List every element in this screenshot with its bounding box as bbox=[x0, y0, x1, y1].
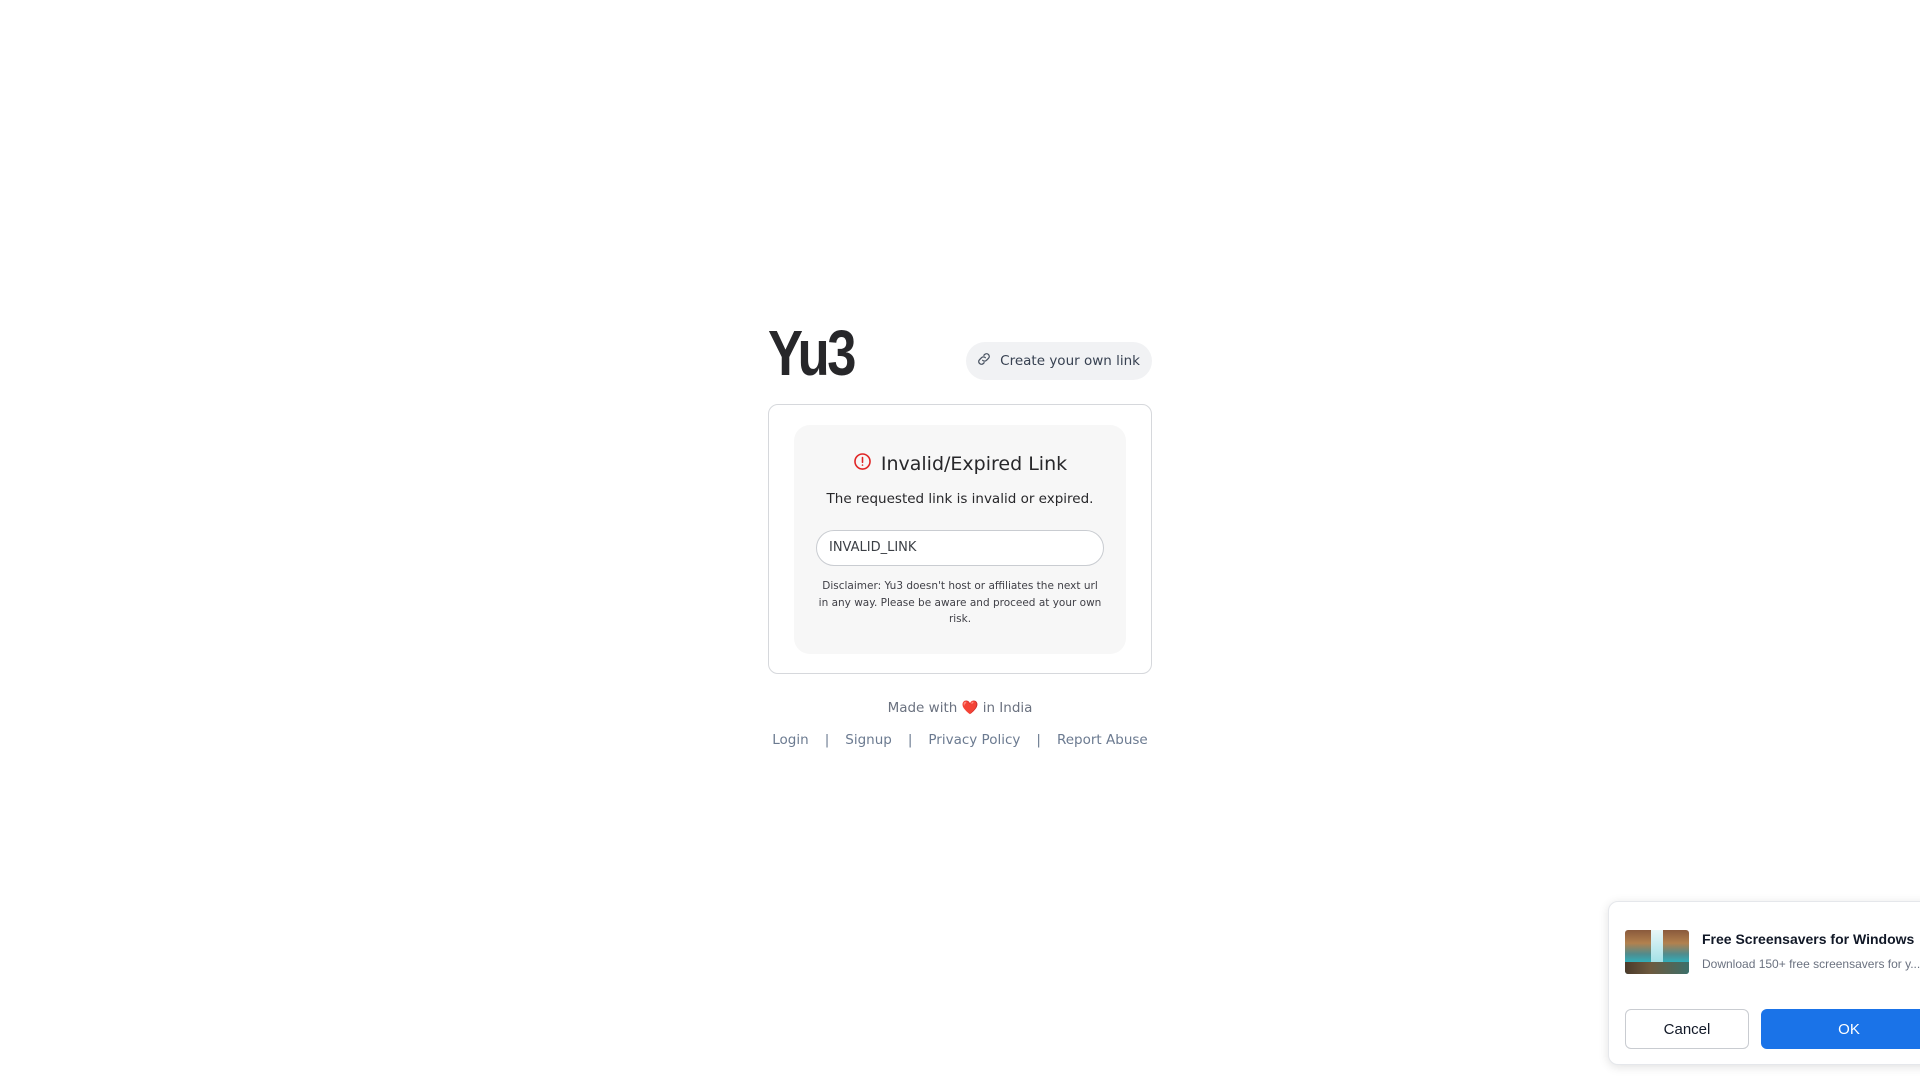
link-icon bbox=[976, 351, 992, 371]
notification-popup: Free Screensavers for Windows Download 1… bbox=[1608, 901, 1920, 1065]
separator: | bbox=[907, 732, 913, 748]
link-card-inner: Invalid/Expired Link The requested link … bbox=[794, 425, 1126, 654]
main-container: Yu3 Create your own link Invalid/Expired… bbox=[768, 318, 1152, 748]
report-abuse-link[interactable]: Report Abuse bbox=[1057, 732, 1148, 748]
alert-circle-icon bbox=[853, 452, 872, 476]
privacy-policy-link[interactable]: Privacy Policy bbox=[928, 732, 1020, 748]
popup-title: Free Screensavers for Windows bbox=[1702, 931, 1915, 947]
create-link-label: Create your own link bbox=[1000, 353, 1140, 369]
signup-link[interactable]: Signup bbox=[845, 732, 892, 748]
card-message: The requested link is invalid or expired… bbox=[826, 491, 1094, 507]
create-link-button[interactable]: Create your own link bbox=[966, 342, 1152, 380]
footer-links: Login | Signup | Privacy Policy | Report… bbox=[768, 732, 1152, 748]
card-title: Invalid/Expired Link bbox=[880, 453, 1068, 475]
disclaimer: Disclaimer: Yu3 doesn't host or affiliat… bbox=[818, 580, 1102, 625]
login-link[interactable]: Login bbox=[772, 732, 808, 748]
header: Yu3 Create your own link bbox=[768, 318, 1152, 404]
made-prefix: Made with bbox=[887, 700, 958, 716]
separator: | bbox=[824, 732, 830, 748]
rock-shape bbox=[1625, 962, 1689, 974]
link-card: Invalid/Expired Link The requested link … bbox=[768, 404, 1152, 674]
logo[interactable]: Yu3 bbox=[768, 318, 856, 388]
waterfall-shape bbox=[1651, 930, 1663, 964]
cancel-button[interactable]: Cancel bbox=[1625, 1009, 1749, 1049]
popup-description: Download 150+ free screensavers for y... bbox=[1702, 957, 1920, 971]
card-title-row: Invalid/Expired Link bbox=[816, 451, 1104, 477]
made-with-text: Made with ❤️ in India bbox=[768, 700, 1152, 716]
separator: | bbox=[1036, 732, 1041, 748]
waterfall-thumbnail bbox=[1625, 930, 1689, 974]
ok-button[interactable]: OK bbox=[1761, 1009, 1920, 1049]
url-field[interactable]: INVALID_LINK bbox=[816, 530, 1104, 566]
made-suffix: in India bbox=[982, 700, 1033, 716]
heart-icon: ❤️ bbox=[961, 700, 979, 716]
